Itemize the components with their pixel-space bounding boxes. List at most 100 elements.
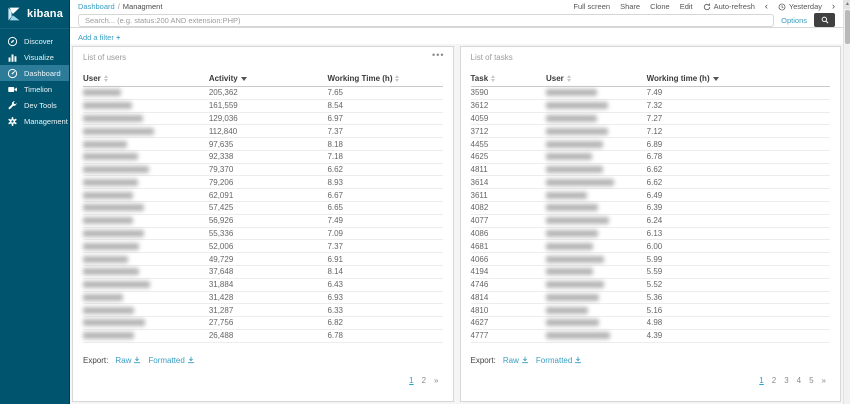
logo-text: kibana [27, 8, 63, 20]
export-raw-link[interactable]: Raw [503, 356, 529, 365]
full-screen-button[interactable]: Full screen [573, 2, 610, 11]
sort-desc-icon [241, 77, 247, 81]
page-link-5[interactable]: 5 [809, 376, 813, 385]
redacted-user-cell [546, 329, 647, 342]
table-cell: 6.62 [647, 163, 830, 176]
scroll-up-icon[interactable]: ▲ [844, 0, 850, 9]
time-next-icon[interactable]: › [832, 2, 835, 11]
panel-title: List of users [83, 53, 443, 62]
column-header-activity[interactable]: Activity [209, 73, 328, 87]
sidebar-item-dev-tools[interactable]: Dev Tools [0, 97, 69, 113]
blurred-username [83, 102, 132, 109]
sidebar-item-label: Dev Tools [24, 101, 57, 110]
table-cell: 6.78 [647, 150, 830, 163]
add-filter-link[interactable]: Add a filter + [78, 33, 120, 42]
time-picker[interactable]: Yesterday [778, 2, 822, 11]
column-label: Activity [209, 74, 238, 83]
breadcrumb-separator: / [118, 2, 120, 11]
blurred-username [546, 230, 598, 237]
table-cell: 7.09 [327, 227, 442, 240]
search-button[interactable] [814, 13, 835, 27]
auto-refresh-button[interactable]: Auto-refresh [703, 2, 755, 11]
sidebar-item-discover[interactable]: Discover [0, 33, 69, 49]
blurred-username [83, 332, 134, 339]
page-link-2[interactable]: 2 [422, 376, 426, 385]
redacted-user-cell [83, 291, 209, 304]
column-header-task[interactable]: Task [471, 73, 546, 87]
edit-button[interactable]: Edit [680, 2, 693, 11]
export-formatted-link[interactable]: Formatted [148, 356, 194, 365]
redacted-user-cell [83, 125, 209, 138]
blurred-username [546, 166, 603, 173]
page-link-1[interactable]: 1 [759, 376, 763, 385]
column-header-user[interactable]: User [546, 73, 647, 87]
share-button[interactable]: Share [620, 2, 640, 11]
clock-icon [778, 3, 786, 11]
redacted-user-cell [83, 317, 209, 330]
table-cell: 26,488 [209, 329, 328, 342]
sort-desc-icon [713, 77, 719, 81]
table-cell: 4059 [471, 112, 546, 125]
table-row: 92,3387.18 [83, 150, 443, 163]
export-formatted-link[interactable]: Formatted [536, 356, 582, 365]
blurred-username [546, 256, 604, 263]
sidebar-item-management[interactable]: Management [0, 113, 69, 129]
sort-icon [567, 75, 571, 82]
table-cell: 6.49 [647, 189, 830, 202]
redacted-user-cell [546, 150, 647, 163]
panel-options-icon[interactable]: ••• [432, 51, 444, 60]
sort-icon [395, 75, 399, 82]
sidebar-item-timelion[interactable]: Timelion [0, 81, 69, 97]
blurred-username [546, 319, 599, 326]
table-row: 49,7296.91 [83, 253, 443, 266]
table-cell: 52,006 [209, 240, 328, 253]
compass-icon [7, 36, 18, 47]
scrollbar-thumb[interactable] [845, 10, 850, 44]
page-link-4[interactable]: 4 [797, 376, 801, 385]
redacted-user-cell [83, 202, 209, 215]
table-cell: 7.49 [647, 87, 830, 100]
time-prev-icon[interactable]: ‹ [765, 2, 768, 11]
breadcrumb-dashboard-link[interactable]: Dashboard [78, 2, 115, 11]
table-cell: 62,091 [209, 189, 328, 202]
table-row: 27,7566.82 [83, 317, 443, 330]
page-link-1[interactable]: 1 [409, 376, 413, 385]
blurred-username [83, 89, 121, 96]
next-page-link[interactable]: » [822, 376, 826, 385]
sidebar-item-visualize[interactable]: Visualize [0, 49, 69, 65]
table-cell: 31,287 [209, 304, 328, 317]
topbar-actions: Full screenShareCloneEditAuto-refresh ‹ … [573, 2, 835, 11]
table-cell: 6.62 [647, 176, 830, 189]
search-input[interactable] [78, 14, 774, 27]
next-page-link[interactable]: » [434, 376, 438, 385]
blurred-username [546, 294, 599, 301]
table-row: 36116.49 [471, 189, 831, 202]
sidebar-item-dashboard[interactable]: Dashboard [0, 65, 69, 81]
blurred-username [83, 294, 123, 301]
table-cell: 7.37 [327, 240, 442, 253]
options-link[interactable]: Options [781, 16, 807, 25]
redacted-user-cell [83, 99, 209, 112]
page-link-3[interactable]: 3 [784, 376, 788, 385]
blurred-username [546, 204, 598, 211]
table-row: 40826.39 [471, 202, 831, 215]
table-cell: 79,370 [209, 163, 328, 176]
redacted-user-cell [83, 189, 209, 202]
table-cell: 6.89 [647, 138, 830, 151]
export-label: Export: [83, 356, 108, 365]
column-header-user[interactable]: User [83, 73, 209, 87]
export-raw-link[interactable]: Raw [115, 356, 141, 365]
column-header-working-time-h-[interactable]: Working Time (h) [327, 73, 442, 87]
column-header-working-time-h-[interactable]: Working time (h) [647, 73, 830, 87]
table-cell: 4746 [471, 278, 546, 291]
time-range-label: Yesterday [789, 2, 822, 11]
table-cell: 6.78 [327, 329, 442, 342]
table-cell: 4066 [471, 253, 546, 266]
page-link-2[interactable]: 2 [772, 376, 776, 385]
kibana-logo[interactable]: kibana [0, 0, 69, 29]
table-row: 97,6358.18 [83, 138, 443, 151]
vertical-scrollbar[interactable]: ▲ [843, 0, 850, 404]
action-label: Full screen [573, 2, 610, 11]
table-cell: 4627 [471, 317, 546, 330]
clone-button[interactable]: Clone [650, 2, 670, 11]
